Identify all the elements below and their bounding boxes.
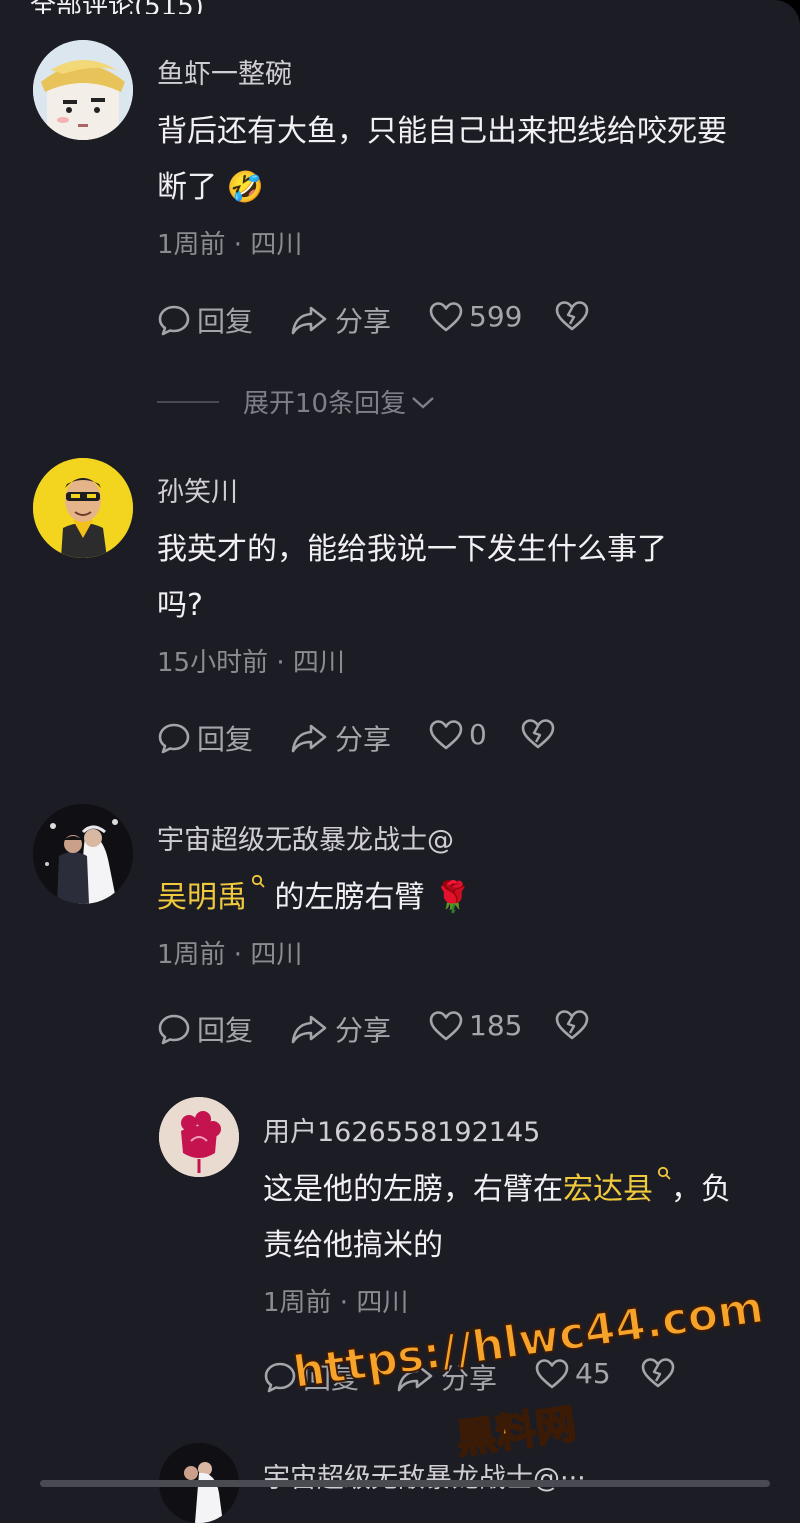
avatar[interactable] — [33, 458, 133, 558]
reply-meta: 1周前 · 四川 — [263, 1288, 409, 1318]
expand-replies-button[interactable]: 展开10条回复 — [157, 383, 436, 420]
dislike-button[interactable] — [555, 300, 589, 332]
dislike-icon — [555, 301, 589, 331]
like-button[interactable]: 0 — [429, 718, 487, 751]
search-icon — [657, 1166, 671, 1180]
comment-meta: 15小时前 · 四川 — [157, 648, 345, 678]
like-button[interactable]: 185 — [429, 1009, 522, 1042]
comment-meta: 1周前 · 四川 — [157, 230, 303, 260]
comment-meta: 1周前 · 四川 — [157, 940, 303, 970]
comment-actions: 回复 分享 0 — [157, 718, 757, 758]
comment-text: 我英才的，能给我说一下发生什么事了 吗? — [157, 522, 787, 634]
reply-text-line: 责给他搞米的 — [263, 1228, 443, 1263]
laughing-emoji: 🤣 — [226, 170, 264, 205]
avatar[interactable] — [33, 40, 133, 140]
comment-username[interactable]: 宇宙超级无敌暴龙战士@ — [157, 818, 454, 857]
comment-actions: 回复 分享 185 — [157, 1009, 757, 1049]
like-count: 599 — [469, 300, 523, 333]
comments-count-title: 全部评论(515) — [30, 0, 204, 14]
bottom-scroll-indicator — [40, 1480, 770, 1487]
mention-link[interactable]: 吴明禹 — [157, 880, 247, 915]
like-count: 185 — [469, 1009, 523, 1042]
dislike-icon — [521, 719, 555, 749]
reply-text-part: ，负 — [671, 1172, 731, 1207]
watermark-site-name: 黑料网 — [452, 1400, 579, 1464]
reply-button[interactable]: 回复 — [157, 300, 253, 340]
avatar-flower-icon — [159, 1097, 239, 1177]
comment-text-end: 断了 — [157, 170, 217, 205]
comment-text-rest: 的左膀右臂 — [274, 880, 425, 915]
share-label: 分享 — [335, 305, 392, 338]
comments-header: 全部评论(515) — [0, 0, 800, 14]
share-button[interactable]: 分享 — [289, 1009, 391, 1049]
share-icon — [291, 306, 327, 335]
heart-icon — [429, 1010, 463, 1040]
comment-text-line: 我英才的，能给我说一下发生什么事了 — [157, 532, 667, 567]
avatar[interactable] — [33, 804, 133, 904]
dislike-button[interactable] — [641, 1357, 675, 1389]
dislike-icon — [641, 1358, 675, 1388]
share-icon — [291, 1015, 327, 1044]
avatar-wedding-photo-icon — [33, 804, 133, 904]
reply-label: 回复 — [197, 305, 254, 338]
search-icon — [251, 874, 265, 888]
dislike-button[interactable] — [555, 1009, 589, 1041]
like-count: 0 — [469, 718, 487, 751]
comment-actions: 回复 分享 599 — [157, 300, 757, 340]
comment-username[interactable]: 鱼虾一整碗 — [157, 52, 292, 91]
share-button[interactable]: 分享 — [289, 718, 391, 758]
heart-icon — [429, 301, 463, 331]
comment-text-line: 断了 🤣 — [157, 160, 787, 216]
comment-text-line: 吗? — [157, 588, 203, 623]
avatar-superhero-icon — [33, 458, 133, 558]
reply-label: 回复 — [197, 723, 254, 756]
reply-username[interactable]: 宇宙超级无敌暴龙战士@··· — [263, 1456, 586, 1495]
reply-button[interactable]: 回复 — [157, 1009, 253, 1049]
comment-icon — [158, 1014, 190, 1045]
comment-text: 吴明禹 的左膀右臂 🌹 — [157, 870, 787, 926]
reply-username[interactable]: 用户1626558192145 — [263, 1110, 540, 1149]
avatar[interactable] — [159, 1097, 239, 1177]
reply-button[interactable]: 回复 — [157, 718, 253, 758]
comment-text-line: 背后还有大鱼，只能自己出来把线给咬死要 — [157, 114, 727, 149]
share-label: 分享 — [335, 723, 392, 756]
comment-text: 背后还有大鱼，只能自己出来把线给咬死要 断了 🤣 — [157, 104, 787, 216]
chevron-down-icon — [412, 396, 434, 409]
comment-username[interactable]: 孙笑川 — [157, 470, 238, 509]
reply-text: 这是他的左膀，右臂在宏达县 ，负 责给他搞米的 — [263, 1162, 793, 1274]
reply-text-line: 这是他的左膀，右臂在宏达县 ，负 — [263, 1162, 793, 1218]
like-button[interactable]: 599 — [429, 300, 522, 333]
dislike-button[interactable] — [521, 718, 555, 750]
expand-replies-label: 展开10条回复 — [243, 389, 407, 419]
avatar-cartoon-icon — [33, 40, 133, 140]
reply-text-part: 这是他的左膀，右臂在 — [263, 1172, 563, 1207]
dislike-icon — [555, 1010, 589, 1040]
panel-corner — [774, 0, 800, 26]
like-count: 45 — [575, 1357, 611, 1390]
comment-icon — [158, 305, 190, 336]
mention-link[interactable]: 宏达县 — [563, 1172, 653, 1207]
divider — [157, 400, 219, 403]
rose-emoji: 🌹 — [434, 880, 472, 915]
heart-icon — [429, 719, 463, 749]
reply-label: 回复 — [197, 1014, 254, 1047]
comment-icon — [158, 723, 190, 754]
share-button[interactable]: 分享 — [289, 300, 391, 340]
share-icon — [291, 724, 327, 753]
share-label: 分享 — [335, 1014, 392, 1047]
